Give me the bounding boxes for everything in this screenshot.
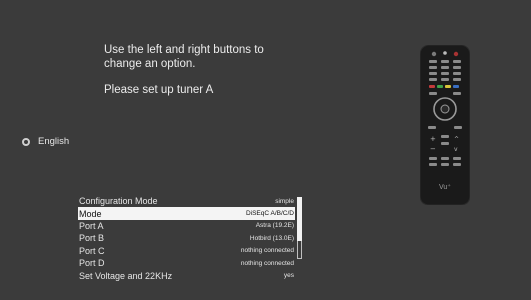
tuner-setup-screen: Use the left and right buttons to change…	[0, 0, 531, 300]
tuner-setup-heading: Please set up tuner A	[104, 84, 214, 96]
svg-text:^: ^	[454, 136, 459, 143]
config-row[interactable]: Set Voltage and 22KHz yes	[78, 269, 295, 281]
scrollbar-thumb[interactable]	[297, 197, 302, 241]
instruction-line-2: change an option.	[104, 58, 196, 70]
scrollbar[interactable]	[297, 197, 302, 259]
config-row[interactable]: Port C nothing connected	[78, 245, 295, 257]
config-row-value: nothing connected	[240, 259, 294, 267]
instructions-panel: Use the left and right buttons to change…	[104, 43, 344, 97]
instruction-line-1: Use the left and right buttons to	[104, 44, 264, 56]
config-row[interactable]: Mode DiSEqC A/B/C/D	[78, 207, 295, 220]
config-row-value: Hotbird (13.0E)	[249, 234, 294, 242]
config-row-label: Port C	[79, 245, 105, 256]
config-row-value: nothing connected	[240, 247, 294, 255]
config-row-value: yes	[283, 272, 294, 280]
instruction-gap	[104, 71, 344, 83]
config-row[interactable]: Configuration Mode simple	[78, 195, 295, 207]
svg-text:v: v	[454, 146, 458, 153]
config-row[interactable]: Port D nothing connected	[78, 257, 295, 269]
tuner-config-list: Configuration Mode simple Mode DiSEqC A/B/C…	[78, 195, 295, 282]
config-row-label: Configuration Mode	[79, 196, 158, 207]
svg-text:−: −	[430, 145, 436, 153]
config-row-label: Port A	[79, 220, 104, 231]
config-row-value: DiSEqC A/B/C/D	[245, 210, 294, 218]
remote-control-image: + − ^ v Vu⁺	[419, 44, 471, 210]
config-row-label: Set Voltage and 22KHz	[79, 270, 173, 281]
language-option[interactable]: English	[22, 136, 69, 147]
language-label: English	[38, 136, 70, 147]
config-row[interactable]: Port B Hotbird (13.0E)	[78, 232, 295, 244]
remote-brand-logo: Vu⁺	[439, 184, 451, 191]
radio-icon[interactable]	[22, 137, 30, 146]
config-row-value: Astra (19.2E)	[255, 222, 294, 230]
config-row-label: Port B	[79, 233, 105, 244]
svg-text:+: +	[430, 135, 436, 143]
remote-control-icon: + − ^ v	[419, 44, 471, 206]
config-row-label: Port D	[79, 258, 105, 269]
config-row-value: simple	[275, 197, 294, 205]
config-row[interactable]: Port A Astra (19.2E)	[78, 220, 295, 232]
config-row-label: Mode	[79, 208, 102, 219]
